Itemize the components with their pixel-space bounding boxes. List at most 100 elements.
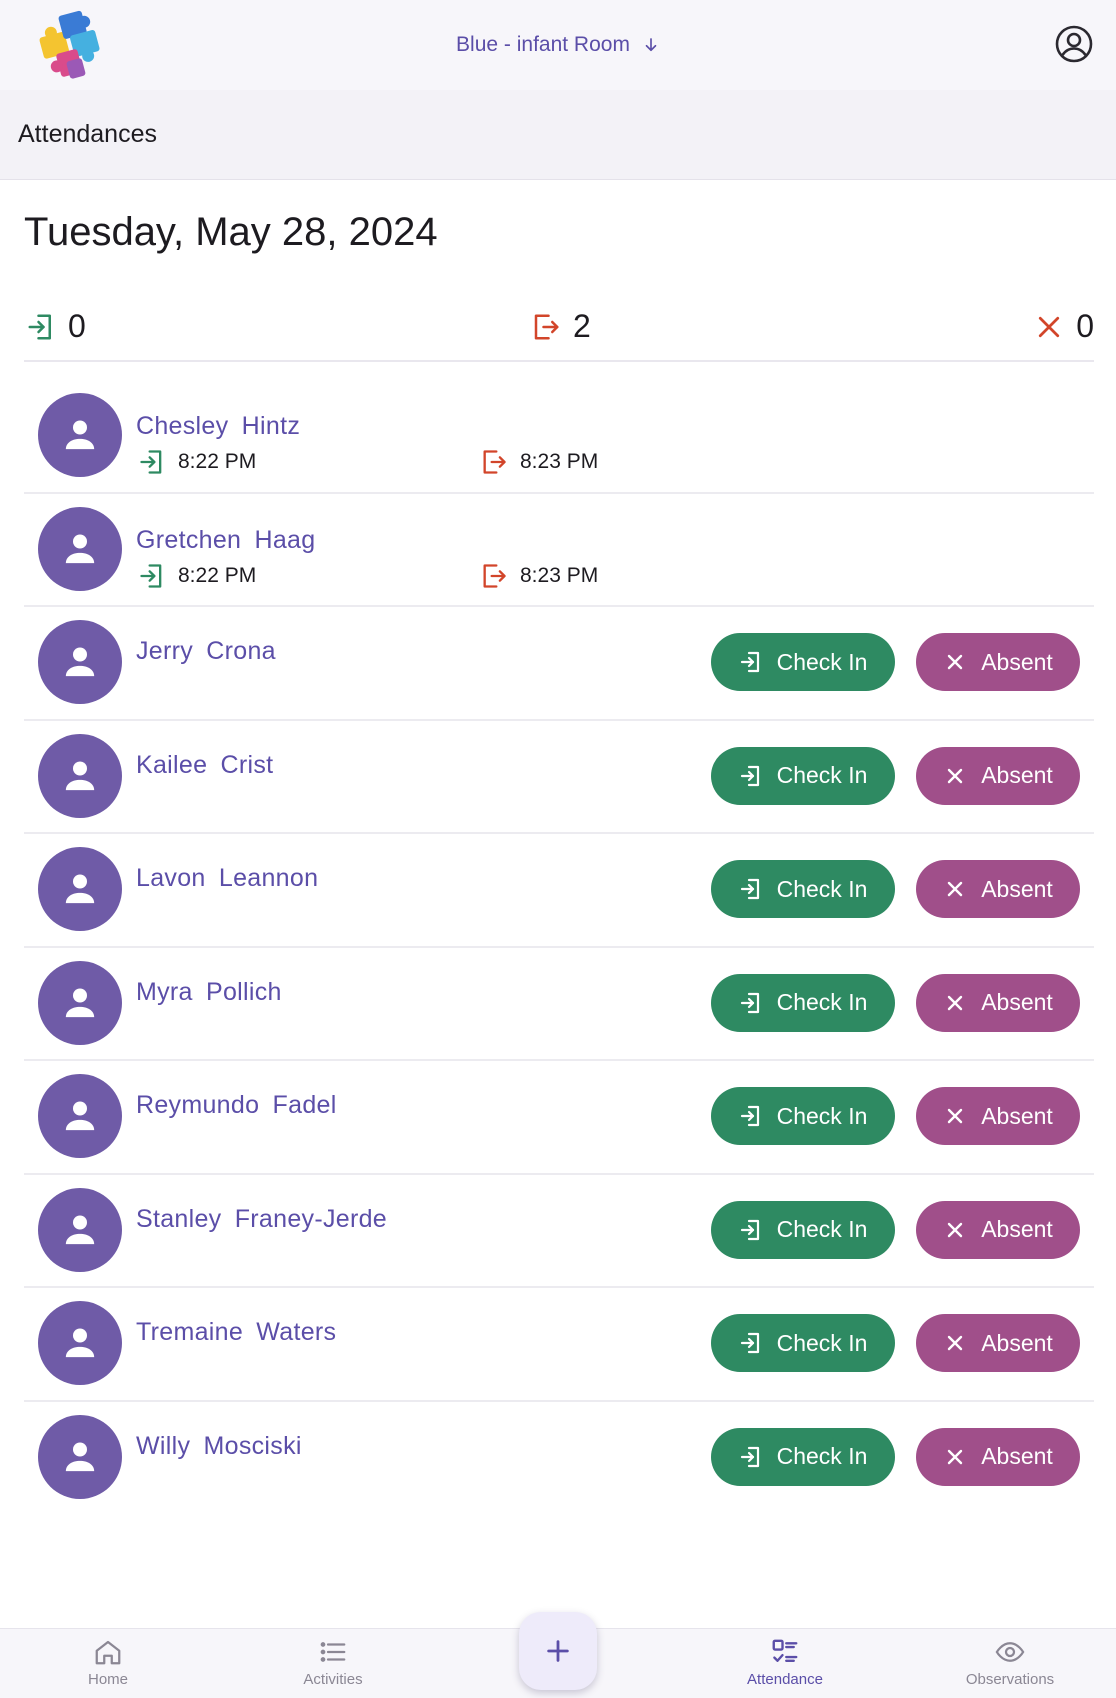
check-in-label: Check In — [776, 1443, 868, 1469]
avatar — [38, 393, 122, 477]
person-icon — [65, 988, 95, 1017]
nav-attendance-label: Attendance — [747, 1671, 823, 1688]
child-name[interactable]: Lavon Leannon — [136, 864, 318, 893]
top-app-bar: Blue - infant Room — [0, 0, 1116, 90]
nav-observations[interactable]: Observations — [940, 1637, 1080, 1688]
check-in-button[interactable]: Check In — [711, 633, 895, 691]
person-icon — [65, 1328, 95, 1358]
absent-value: 0 — [1076, 308, 1094, 344]
absent-button[interactable]: Absent — [916, 1200, 1080, 1259]
check-in-button[interactable]: Check In — [711, 1427, 895, 1486]
add-fab-button[interactable] — [519, 1612, 597, 1690]
check-in-button[interactable]: Check In — [711, 746, 895, 805]
page-title: Attendances — [18, 120, 157, 148]
login-icon — [740, 992, 759, 1013]
absent-button[interactable]: Absent — [916, 860, 1080, 918]
close-icon — [947, 881, 963, 897]
child-name[interactable]: Tremaine Waters — [136, 1318, 336, 1347]
list-item[interactable]: Lavon Leannon Check In Absent — [24, 834, 1094, 948]
avatar — [38, 847, 122, 931]
person-icon — [65, 1101, 95, 1131]
login-icon — [740, 1105, 759, 1127]
children-list: Chesley Hintz 8:22 PM 8:23 PM Gretchen H… — [24, 380, 1094, 1515]
absent-button[interactable]: Absent — [916, 746, 1080, 805]
child-name[interactable]: Chesley Hintz — [136, 412, 300, 441]
person-icon — [65, 647, 95, 677]
login-icon — [140, 450, 162, 474]
check-in-time-value: 8:22 PM — [178, 450, 257, 473]
child-name[interactable]: Stanley Franey-Jerde — [136, 1205, 387, 1234]
absent-label: Absent — [981, 1329, 1053, 1356]
check-in-time: 8:22 PM — [138, 448, 256, 476]
child-name[interactable]: Willy Mosciski — [136, 1432, 302, 1461]
check-in-button[interactable]: Check In — [711, 860, 895, 918]
checked-out-count: 2 — [531, 308, 591, 345]
list-item[interactable]: Reymundo Fadel Check In Absent — [24, 1061, 1094, 1175]
person-icon — [65, 874, 95, 904]
close-icon — [1039, 316, 1060, 337]
check-in-label: Check In — [776, 1102, 868, 1129]
login-icon — [740, 765, 759, 786]
person-icon — [65, 420, 95, 450]
nav-home-label: Home — [87, 1671, 128, 1688]
check-in-label: Check In — [776, 648, 868, 675]
absent-label: Absent — [981, 648, 1053, 675]
login-icon — [740, 1446, 759, 1467]
check-in-label: Check In — [776, 989, 868, 1015]
absent-button[interactable]: Absent — [916, 1087, 1080, 1145]
list-item[interactable]: Gretchen Haag 8:22 PM 8:23 PM — [24, 494, 1094, 607]
absent-button[interactable]: Absent — [916, 973, 1080, 1032]
child-name[interactable]: Myra Pollich — [136, 978, 282, 1007]
attendance-summary: 0 2 0 — [24, 302, 1094, 362]
absent-button[interactable]: Absent — [916, 1314, 1080, 1372]
nav-attendance[interactable]: Attendance — [715, 1637, 855, 1688]
child-name[interactable]: Jerry Crona — [136, 637, 276, 666]
absent-label: Absent — [981, 1443, 1053, 1469]
list-item[interactable]: Myra Pollich Check In Absent — [24, 948, 1094, 1061]
absent-button[interactable]: Absent — [916, 1427, 1080, 1486]
check-in-button[interactable]: Check In — [711, 1087, 895, 1145]
list-item[interactable]: Willy Mosciski Check In Absent — [24, 1402, 1094, 1516]
person-icon — [65, 1442, 95, 1471]
close-icon — [947, 1335, 963, 1351]
check-in-button[interactable]: Check In — [711, 1314, 895, 1372]
login-icon — [740, 651, 759, 673]
check-in-label: Check In — [776, 1329, 868, 1356]
absent-button[interactable]: Absent — [916, 633, 1080, 691]
check-in-button[interactable]: Check In — [711, 1200, 895, 1259]
close-icon — [947, 1108, 963, 1124]
logout-icon — [483, 450, 506, 474]
arrow-down-icon — [645, 38, 657, 52]
child-name[interactable]: Reymundo Fadel — [136, 1091, 337, 1120]
list-item[interactable]: Kailee Crist Check In Absent — [24, 721, 1094, 834]
login-icon — [140, 563, 162, 588]
nav-activities[interactable]: Activities — [263, 1637, 403, 1688]
check-in-button[interactable]: Check In — [711, 973, 895, 1032]
list-item[interactable]: Chesley Hintz 8:22 PM 8:23 PM — [24, 380, 1094, 494]
list-item[interactable]: Tremaine Waters Check In Absent — [24, 1288, 1094, 1402]
login-icon — [740, 1332, 759, 1354]
nav-home[interactable]: Home — [38, 1637, 178, 1688]
absent-label: Absent — [981, 1102, 1053, 1129]
nav-observations-label: Observations — [965, 1671, 1055, 1688]
avatar — [38, 1414, 122, 1499]
page-header: Attendances — [0, 90, 1116, 180]
date-heading: Tuesday, May 28, 2024 — [24, 210, 438, 254]
close-icon — [947, 654, 963, 670]
checked-in-value: 0 — [68, 308, 86, 344]
login-icon — [740, 878, 759, 900]
account-circle-icon[interactable] — [1054, 24, 1094, 64]
list-item[interactable]: Stanley Franey-Jerde Check In Absent — [24, 1175, 1094, 1288]
child-name[interactable]: Kailee Crist — [136, 751, 273, 780]
room-selector[interactable]: Blue - infant Room — [456, 33, 660, 57]
list-item[interactable]: Jerry Crona Check In Absent — [24, 607, 1094, 721]
avatar — [38, 1301, 122, 1385]
child-name[interactable]: Gretchen Haag — [136, 526, 315, 555]
check-out-time: 8:23 PM — [480, 562, 598, 590]
person-icon — [65, 761, 95, 790]
list-icon — [320, 1642, 346, 1662]
room-label: Blue - infant Room — [456, 33, 630, 56]
checked-in-count: 0 — [26, 308, 86, 345]
home-icon — [95, 1640, 121, 1665]
avatar — [38, 733, 122, 818]
